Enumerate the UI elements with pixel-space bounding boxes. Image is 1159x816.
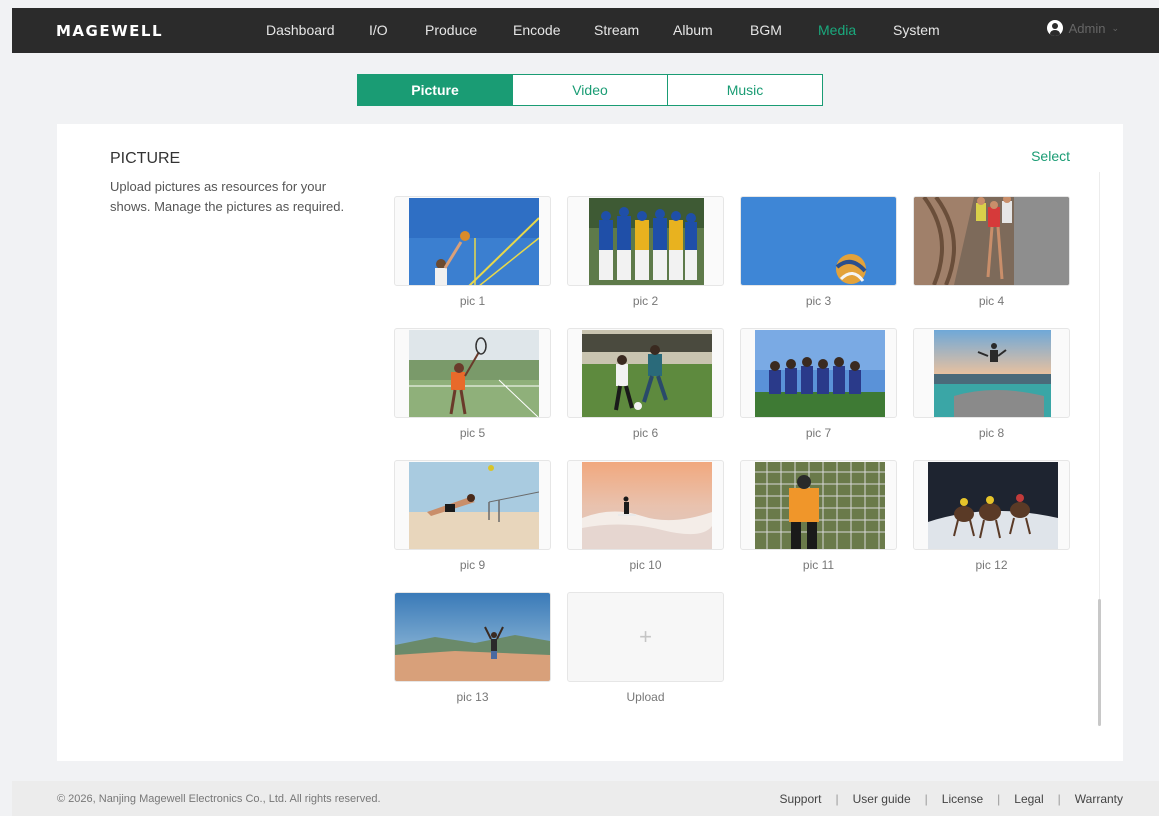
picture-thumbnail[interactable] (913, 196, 1070, 286)
picture-thumbnail[interactable] (913, 328, 1070, 418)
photo-beach-volleyball (409, 462, 539, 549)
nav-item-system[interactable]: System (893, 22, 940, 38)
nav-item-dashboard[interactable]: Dashboard (266, 22, 335, 38)
picture-name: pic 4 (978, 294, 1005, 308)
photo-soccer (582, 330, 712, 417)
picture-item[interactable]: pic 8 (913, 328, 1070, 440)
picture-name: pic 13 (456, 690, 489, 704)
picture-name: pic 8 (978, 426, 1005, 440)
picture-name: pic 6 (632, 426, 659, 440)
picture-thumbnail[interactable] (394, 196, 551, 286)
tab-video[interactable]: Video (513, 75, 668, 105)
top-nav: MAGEWELL Dashboard I/O Produce Encode St… (12, 8, 1159, 53)
footer-links: Support | User guide | License | Legal |… (779, 792, 1123, 806)
footer-link-user-guide[interactable]: User guide (853, 792, 911, 806)
nav-item-produce[interactable]: Produce (425, 22, 477, 38)
picture-name: pic 3 (805, 294, 832, 308)
copyright-text: © 2026, Nanjing Magewell Electronics Co.… (57, 793, 381, 805)
upload-button[interactable]: + (567, 592, 724, 682)
picture-thumbnail[interactable] (567, 328, 724, 418)
nav-item-io[interactable]: I/O (369, 22, 388, 38)
photo-baseball-team (589, 198, 704, 285)
picture-item[interactable]: pic 4 (913, 196, 1070, 308)
photo-surfer (582, 462, 712, 549)
photo-volleyball-net (409, 198, 539, 285)
photo-marathon (914, 197, 1069, 285)
footer-link-warranty[interactable]: Warranty (1075, 792, 1123, 806)
picture-item[interactable]: pic 12 (913, 460, 1070, 572)
picture-item[interactable]: pic 5 (394, 328, 551, 440)
picture-thumbnail[interactable] (567, 196, 724, 286)
upload-item[interactable]: + Upload (567, 592, 724, 704)
select-button[interactable]: Select (1031, 148, 1070, 164)
picture-name: pic 2 (632, 294, 659, 308)
picture-name: pic 9 (459, 558, 486, 572)
picture-thumbnail[interactable] (394, 592, 551, 682)
picture-thumbnail[interactable] (567, 460, 724, 550)
tab-music[interactable]: Music (668, 75, 822, 105)
photo-skater (934, 330, 1051, 417)
footer-separator: | (1057, 792, 1061, 806)
section-description: Upload pictures as resources for your sh… (110, 179, 345, 214)
footer-link-license[interactable]: License (942, 792, 983, 806)
picture-item[interactable]: pic 3 (740, 196, 897, 308)
picture-thumbnail[interactable] (740, 328, 897, 418)
picture-item[interactable]: pic 7 (740, 328, 897, 440)
footer-separator: | (924, 792, 928, 806)
nav-item-bgm[interactable]: BGM (750, 22, 782, 38)
picture-item[interactable]: pic 10 (567, 460, 724, 572)
picture-name: pic 1 (459, 294, 486, 308)
photo-team-huddle (755, 330, 885, 417)
picture-item[interactable]: pic 13 (394, 592, 551, 704)
picture-item[interactable]: pic 11 (740, 460, 897, 572)
picture-thumbnail[interactable] (394, 328, 551, 418)
footer-separator: | (835, 792, 839, 806)
footer-link-legal[interactable]: Legal (1014, 792, 1043, 806)
picture-item[interactable]: pic 6 (567, 328, 724, 440)
section-title: PICTURE (110, 150, 181, 167)
picture-thumbnail[interactable] (394, 460, 551, 550)
picture-item[interactable]: pic 1 (394, 196, 551, 308)
picture-panel: PICTURE Upload pictures as resources for… (57, 124, 1123, 761)
nav-item-stream[interactable]: Stream (594, 22, 639, 38)
photo-tennis (409, 330, 539, 417)
picture-name: pic 10 (629, 558, 662, 572)
photo-ball-sky (741, 197, 896, 285)
brand-logo[interactable]: MAGEWELL (56, 22, 163, 40)
picture-thumbnail[interactable] (740, 196, 897, 286)
nav-item-encode[interactable]: Encode (513, 22, 560, 38)
user-menu[interactable]: Admin ⌄ (1046, 20, 1119, 36)
scrollbar-thumb[interactable] (1098, 599, 1101, 726)
nav-item-media[interactable]: Media (818, 22, 856, 38)
plus-icon: + (639, 624, 652, 649)
picture-item[interactable]: pic 2 (567, 196, 724, 308)
tab-picture[interactable]: Picture (358, 75, 513, 105)
picture-name: pic 12 (975, 558, 1008, 572)
footer-link-support[interactable]: Support (779, 792, 821, 806)
photo-goalkeeper (755, 462, 885, 549)
footer-separator: | (997, 792, 1001, 806)
photo-horse-race (928, 462, 1058, 549)
user-icon (1046, 20, 1063, 36)
upload-label: Upload (626, 690, 665, 704)
chevron-down-icon: ⌄ (1111, 22, 1119, 33)
picture-name: pic 5 (459, 426, 486, 440)
picture-name: pic 11 (802, 558, 835, 572)
picture-thumbnail[interactable] (913, 460, 1070, 550)
photo-mountain (395, 593, 550, 681)
picture-name: pic 7 (805, 426, 832, 440)
nav-item-album[interactable]: Album (673, 22, 713, 38)
picture-item[interactable]: pic 9 (394, 460, 551, 572)
media-tabs: Picture Video Music (357, 74, 823, 106)
user-name: Admin (1068, 20, 1106, 36)
footer: © 2026, Nanjing Magewell Electronics Co.… (12, 781, 1159, 816)
picture-thumbnail[interactable] (740, 460, 897, 550)
